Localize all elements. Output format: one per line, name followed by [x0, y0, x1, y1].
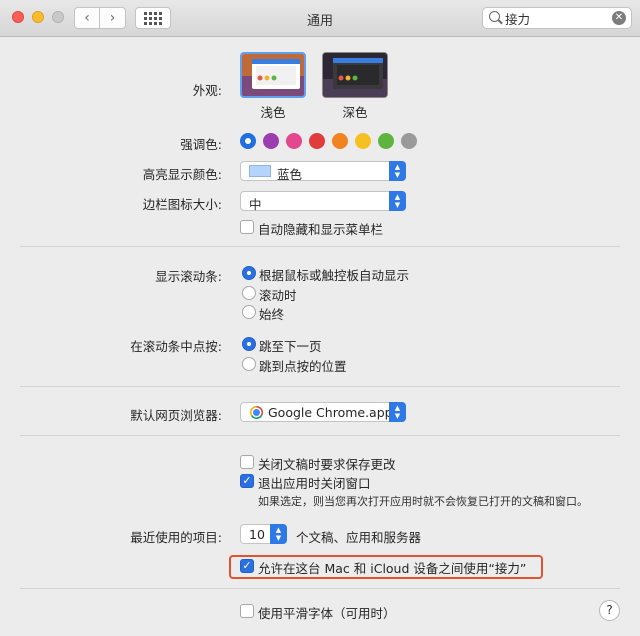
help-button[interactable]: ?	[599, 600, 620, 621]
scroll-click-next-page-label: 跳至下一页	[259, 339, 322, 354]
scroll-bars-always-label: 始终	[259, 307, 285, 322]
search-input[interactable]	[505, 10, 605, 26]
handoff-checkbox[interactable]: ✓	[240, 559, 254, 573]
scroll-click-label: 在滚动条中点按:	[130, 339, 222, 354]
sidebar-icon-size-popup[interactable]: 中 ▲ ▼	[240, 191, 406, 212]
popup-arrows-icon: ▲ ▼	[389, 161, 406, 181]
light-appearance-preview	[242, 54, 304, 96]
appearance-light-option[interactable]	[240, 52, 306, 98]
default-browser-value: Google Chrome.app	[268, 405, 393, 420]
chrome-icon	[250, 406, 263, 419]
handoff-label: 允许在这台 Mac 和 iCloud 设备之间使用“接力”	[258, 561, 527, 576]
clear-search-icon[interactable]: ✕	[612, 11, 626, 25]
scroll-bars-label: 显示滚动条:	[155, 269, 222, 284]
highlight-color-popup[interactable]: 蓝色 ▲ ▼	[240, 161, 406, 182]
divider	[20, 386, 620, 387]
close-windows-note: 如果选定，则当您再次打开应用时就不会恢复已打开的文稿和窗口。	[258, 495, 588, 508]
accent-color-swatch[interactable]	[286, 133, 302, 149]
auto-hide-menu-label: 自动隐藏和显示菜单栏	[258, 222, 384, 237]
accent-color-swatch[interactable]	[240, 133, 256, 149]
popup-arrows-icon: ▲ ▼	[270, 524, 287, 544]
titlebar: ‹ › 通用 ✕	[0, 0, 640, 37]
ask-save-checkbox[interactable]	[240, 455, 254, 469]
default-browser-popup[interactable]: Google Chrome.app ▲ ▼	[240, 402, 406, 422]
ask-save-label: 关闭文稿时要求保存更改	[258, 457, 396, 472]
appearance-label: 外观:	[192, 83, 222, 98]
accent-color-swatch[interactable]	[378, 133, 394, 149]
default-browser-label: 默认网页浏览器:	[130, 408, 222, 423]
close-windows-checkbox[interactable]: ✓	[240, 474, 254, 488]
highlight-color-label: 高亮显示颜色:	[142, 167, 222, 182]
scroll-bars-always-radio[interactable]	[242, 305, 256, 319]
accent-color-swatch[interactable]	[401, 133, 417, 149]
appearance-light-label: 浅色	[260, 105, 286, 120]
divider	[20, 246, 620, 247]
scroll-bars-auto-radio[interactable]	[242, 266, 256, 280]
highlight-swatch	[249, 165, 271, 177]
scroll-bars-scrolling-radio[interactable]	[242, 286, 256, 300]
appearance-dark-option[interactable]	[322, 52, 388, 98]
font-smoothing-label: 使用平滑字体（可用时）	[258, 606, 396, 621]
recent-items-value: 10	[249, 527, 265, 542]
highlight-color-value: 蓝色	[277, 167, 303, 182]
scroll-click-spot-label: 跳到点按的位置	[259, 359, 347, 374]
appearance-dark-label: 深色	[342, 105, 368, 120]
popup-arrows-icon: ▲ ▼	[389, 402, 406, 422]
scroll-click-spot-radio[interactable]	[242, 357, 256, 371]
accent-color-swatch[interactable]	[309, 133, 325, 149]
auto-hide-menu-checkbox[interactable]	[240, 220, 254, 234]
checkmark-icon: ✓	[242, 559, 252, 572]
accent-color-swatch[interactable]	[263, 133, 279, 149]
popup-arrows-icon: ▲ ▼	[389, 191, 406, 211]
divider	[20, 588, 620, 589]
accent-color-swatch[interactable]	[332, 133, 348, 149]
search-field[interactable]: ✕	[482, 7, 632, 29]
sidebar-icon-size-label: 边栏图标大小:	[142, 197, 222, 212]
recent-items-suffix: 个文稿、应用和服务器	[296, 530, 422, 545]
preferences-window: ‹ › 通用 ✕ 外观:	[0, 0, 640, 636]
sidebar-icon-size-value: 中	[249, 197, 262, 212]
scroll-click-next-page-radio[interactable]	[242, 337, 256, 351]
scroll-bars-scrolling-label: 滚动时	[259, 288, 297, 303]
font-smoothing-checkbox[interactable]	[240, 604, 254, 618]
checkmark-icon: ✓	[242, 474, 252, 487]
accent-color-label: 强调色:	[180, 137, 222, 152]
recent-items-popup[interactable]: 10 ▲ ▼	[240, 524, 287, 544]
divider	[20, 435, 620, 436]
close-windows-label: 退出应用时关闭窗口	[258, 476, 371, 491]
recent-items-label: 最近使用的项目:	[130, 530, 222, 545]
accent-color-swatch[interactable]	[355, 133, 371, 149]
search-icon	[489, 11, 500, 22]
scroll-bars-auto-label: 根据鼠标或触控板自动显示	[259, 268, 410, 283]
dark-appearance-preview	[323, 53, 387, 97]
